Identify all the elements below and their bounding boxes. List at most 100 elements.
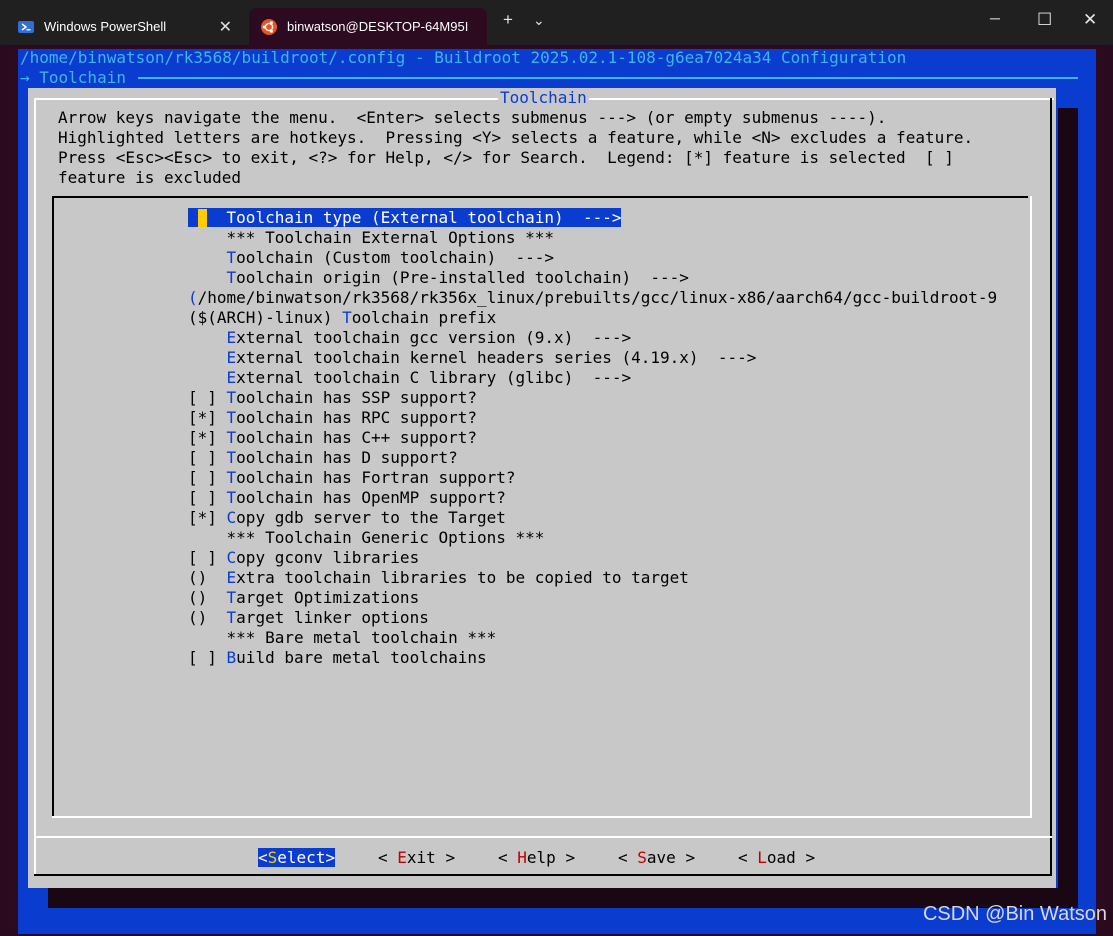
menu-item-hotkey: C — [226, 548, 237, 567]
menu-item-prefix — [188, 248, 227, 267]
button-hotkey: L — [757, 848, 767, 867]
menu-item-label: oolchain has D support? — [236, 448, 458, 467]
menu-item[interactable]: [ ] Toolchain has D support? — [188, 448, 458, 468]
button-bracket: > — [555, 848, 576, 867]
menu-item-label: xternal toolchain kernel headers series … — [236, 348, 757, 367]
menu-item-hotkey: T — [226, 488, 237, 507]
menu-item-prefix: [ ] — [188, 488, 227, 507]
button-bracket: < — [498, 848, 518, 867]
menu-item[interactable]: () Target linker options — [188, 608, 429, 628]
tab-label: Windows PowerShell — [44, 19, 167, 34]
close-window-button[interactable]: ✕ — [1083, 10, 1097, 30]
menu-item[interactable]: Toolchain origin (Pre-installed toolchai… — [188, 268, 689, 288]
button-bracket: > — [325, 848, 336, 867]
menu-item[interactable]: [*] Toolchain has C++ support? — [188, 428, 477, 448]
menu-item[interactable]: [ ] Toolchain has OpenMP support? — [188, 488, 506, 508]
menu-item-label: *** Toolchain External Options *** — [226, 228, 555, 247]
menu-item-label: oolchain has SSP support? — [236, 388, 477, 407]
menu-item[interactable]: () Target Optimizations — [188, 588, 419, 608]
menu-item[interactable]: Toolchain (Custom toolchain) ---> — [188, 248, 555, 268]
menu-item[interactable]: External toolchain gcc version (9.x) ---… — [188, 328, 632, 348]
close-tab-icon[interactable]: ✕ — [219, 17, 232, 37]
menu-item-prefix: [*] — [188, 508, 227, 527]
menu-item-prefix: () — [188, 568, 227, 587]
menu-item-prefix: ($(ARCH)-linux) — [188, 308, 343, 327]
menu-item[interactable]: External toolchain C library (glibc) ---… — [188, 368, 632, 388]
menu-item-prefix: [*] — [188, 408, 227, 427]
menu-item-hotkey: E — [226, 348, 237, 367]
menu-item-hotkey: B — [226, 648, 237, 667]
menu-item-prefix: [ ] — [188, 448, 227, 467]
menu-item[interactable]: [ ] Build bare metal toolchains — [188, 648, 487, 668]
menu-item-hotkey: T — [226, 608, 237, 627]
ubuntu-icon — [261, 18, 277, 35]
button-bracket: < — [738, 848, 758, 867]
text-cursor — [198, 209, 207, 227]
menu-item-prefix — [188, 328, 227, 347]
menu-item-hotkey: T — [226, 468, 237, 487]
menu-item-hotkey: T — [226, 388, 237, 407]
load-button[interactable]: < Load > — [738, 848, 815, 868]
menu-item-hotkey: T — [226, 268, 237, 287]
tab-ubuntu-terminal[interactable]: binwatson@DESKTOP-64M95I — [249, 8, 487, 45]
menu-item-label: opy gconv libraries — [236, 548, 420, 567]
menu-item-label: opy gdb server to the Target — [236, 508, 506, 527]
menu-item[interactable]: [ ] Toolchain has SSP support? — [188, 388, 477, 408]
button-bracket: > — [795, 848, 816, 867]
menu-item-label: oolchain type (External toolchain) ---> — [236, 208, 622, 227]
minimize-button[interactable]: ─ — [990, 10, 1000, 26]
button-label: elp — [526, 848, 556, 867]
menu-border — [1030, 196, 1032, 818]
tab-dropdown-button[interactable]: ⌄ — [533, 12, 545, 29]
help-button[interactable]: < Help > — [498, 848, 575, 868]
menu-item-prefix — [188, 268, 227, 287]
button-bracket: < — [258, 848, 268, 867]
button-row: <Select> < Exit > < Help > < Save > < Load > — [0, 848, 1113, 868]
menu-item-hotkey: T — [226, 248, 237, 267]
new-tab-button[interactable]: + — [503, 10, 513, 30]
menu-item-label: /home/binwatson/rk3568/rk356x_linux/preb… — [197, 288, 998, 307]
maximize-button[interactable]: ☐ — [1037, 10, 1052, 30]
menu-item-label: arget Optimizations — [236, 588, 420, 607]
menu-border — [52, 196, 1028, 198]
menu-item-prefix — [188, 368, 227, 387]
menu-item-hotkey: T — [226, 448, 237, 467]
menu-item[interactable]: [*] Toolchain has RPC support? — [188, 408, 477, 428]
select-button[interactable]: <Select> — [258, 848, 336, 868]
menu-item[interactable]: [*] Copy gdb server to the Target — [188, 508, 506, 528]
menu-item[interactable]: *** Toolchain External Options *** — [188, 228, 555, 248]
menu-item-prefix: [ ] — [188, 468, 227, 487]
watermark: CSDN @Bin Watson — [922, 903, 1107, 925]
menu-item-label: arget linker options — [236, 608, 429, 627]
button-hotkey: E — [397, 848, 407, 867]
menu-item[interactable]: *** Toolchain Generic Options *** — [188, 528, 545, 548]
tab-label: binwatson@DESKTOP-64M95I — [287, 19, 469, 34]
menu-item-hotkey: T — [226, 208, 237, 227]
dialog-shadow — [1058, 108, 1078, 908]
exit-button[interactable]: < Exit > — [378, 848, 455, 868]
menu-item-prefix — [188, 208, 227, 227]
menu-item[interactable]: () Extra toolchain libraries to be copie… — [188, 568, 689, 588]
menu-item[interactable]: Toolchain type (External toolchain) ---> — [188, 208, 622, 228]
menu-item[interactable]: [ ] Toolchain has Fortran support? — [188, 468, 516, 488]
menu-item-hotkey: C — [226, 508, 237, 527]
menu-item[interactable]: [ ] Copy gconv libraries — [188, 548, 419, 568]
menu-border — [52, 816, 1032, 818]
menu-item-label: oolchain has Fortran support? — [236, 468, 516, 487]
button-label: ave — [646, 848, 676, 867]
menu-item-label: oolchain has RPC support? — [236, 408, 477, 427]
menu-item-prefix — [188, 528, 227, 547]
dialog-border — [1050, 98, 1052, 876]
save-button[interactable]: < Save > — [618, 848, 695, 868]
menu-item[interactable]: ($(ARCH)-linux) Toolchain prefix — [188, 308, 496, 328]
menu-item-label: oolchain has C++ support? — [236, 428, 477, 447]
tab-windows-powershell[interactable]: Windows PowerShell ✕ — [6, 8, 244, 45]
button-hotkey: S — [267, 848, 278, 867]
menu-item[interactable]: *** Bare metal toolchain *** — [188, 628, 497, 648]
menu-item[interactable]: External toolchain kernel headers series… — [188, 348, 757, 368]
menu-item[interactable]: (/home/binwatson/rk3568/rk356x_linux/pre… — [188, 288, 997, 308]
menu-item-prefix: () — [188, 608, 227, 627]
dialog-title: Toolchain — [498, 88, 589, 108]
button-bracket: > — [435, 848, 456, 867]
menu-item-hotkey: T — [226, 588, 237, 607]
